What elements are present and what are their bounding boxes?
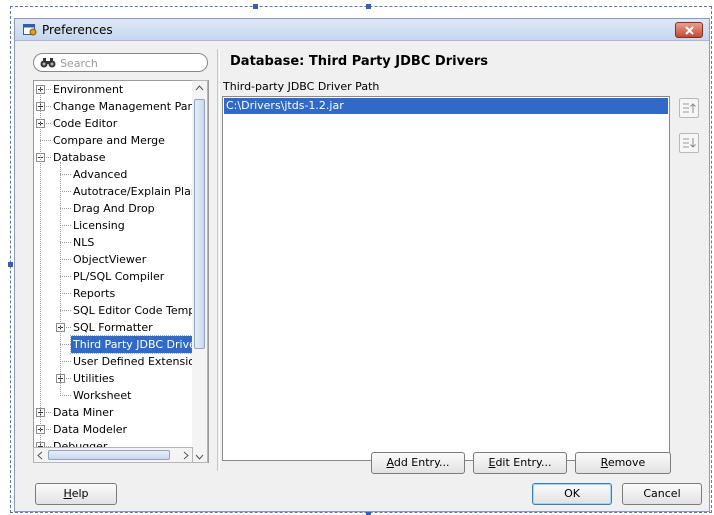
- section-title: Database: Third Party JDBC Drivers: [230, 54, 489, 69]
- tree-item[interactable]: Data Modeler: [34, 421, 208, 438]
- tree-item-label: Worksheet: [73, 389, 132, 402]
- tree-item-label: NLS: [73, 236, 95, 249]
- search-box[interactable]: [33, 53, 208, 72]
- tree-connector: [60, 344, 71, 345]
- ok-button[interactable]: OK: [532, 483, 612, 505]
- mnemonic: A: [386, 456, 394, 469]
- tree-vertical-scrollbar[interactable]: [192, 80, 208, 463]
- search-input[interactable]: [60, 56, 200, 70]
- tree-connector: [60, 174, 71, 175]
- tree-item-label: User Defined Extension: [73, 355, 202, 368]
- tree-connector: [60, 361, 71, 362]
- title-bar[interactable]: Preferences: [15, 19, 709, 41]
- button-label: elp: [71, 487, 89, 500]
- mnemonic: R: [600, 456, 608, 469]
- remove-button[interactable]: Remove: [575, 452, 671, 474]
- scroll-thumb[interactable]: [48, 450, 170, 460]
- mnemonic: H: [63, 487, 72, 500]
- close-icon: [685, 26, 694, 35]
- scroll-up-icon[interactable]: [195, 85, 204, 91]
- edit-entry-button[interactable]: Edit Entry...: [473, 452, 567, 474]
- tree-connector: [60, 225, 71, 226]
- tree-item-label: Utilities: [73, 372, 115, 385]
- tree-item-label: Code Editor: [53, 117, 118, 130]
- tree-item-label: Licensing: [73, 219, 125, 232]
- tree-connector: [60, 191, 71, 192]
- help-button[interactable]: Help: [35, 483, 117, 505]
- cancel-button[interactable]: Cancel: [622, 483, 702, 505]
- tree-item-label: Data Miner: [53, 406, 114, 419]
- preferences-dialog: Preferences Environment Change Management…: [14, 18, 710, 512]
- preferences-app-icon: [23, 23, 37, 36]
- tree-item-label: Third Party JDBC Driver: [69, 335, 204, 354]
- close-button[interactable]: [675, 22, 703, 38]
- tree-item-label: Autotrace/Explain Plan: [73, 185, 198, 198]
- tree-item[interactable]: Data Miner: [34, 404, 208, 421]
- list-item[interactable]: C:\Drivers\jtds-1.2.jar: [224, 98, 668, 114]
- button-label: dd Entry...: [393, 456, 450, 469]
- tree-item-label: Change Management Paran: [53, 100, 206, 113]
- scroll-left-icon[interactable]: [37, 451, 43, 460]
- tree-item-label: Reports: [73, 287, 116, 300]
- tree-connector: [60, 395, 71, 396]
- tree-item-label: PL/SQL Compiler: [73, 270, 165, 283]
- tree-item-label: SQL Editor Code Templa: [73, 304, 206, 317]
- tree-item-label: Advanced: [73, 168, 128, 181]
- button-label: dit Entry...: [495, 456, 552, 469]
- tree-connector: [40, 89, 41, 446]
- tree-item-label: Data Modeler: [53, 423, 128, 436]
- binoculars-search-icon: [40, 57, 56, 72]
- tree-connector: [60, 293, 71, 294]
- tree-connector: [40, 140, 51, 141]
- tree-item[interactable]: Code Editor: [34, 115, 208, 132]
- tree-item-label: Drag And Drop: [73, 202, 155, 215]
- frame-handle: [8, 262, 13, 267]
- tree-item[interactable]: Change Management Paran: [34, 98, 208, 115]
- tree-item-label: ObjectViewer: [73, 253, 147, 266]
- button-label: emove: [607, 456, 646, 469]
- tree-connector: [60, 276, 71, 277]
- panel-splitter[interactable]: [217, 49, 220, 471]
- tree-item[interactable]: Compare and Merge: [34, 132, 208, 149]
- add-entry-button[interactable]: Add Entry...: [371, 452, 465, 474]
- frame-handle: [253, 4, 258, 9]
- move-down-button[interactable]: [679, 133, 699, 153]
- tree-connector: [60, 208, 71, 209]
- tree-connector: [60, 162, 61, 396]
- preferences-tree[interactable]: Environment Change Management Paran Code E…: [33, 80, 209, 463]
- scroll-down-icon[interactable]: [195, 454, 204, 460]
- driver-path-list[interactable]: C:\Drivers\jtds-1.2.jar: [222, 96, 670, 461]
- tree-horizontal-scrollbar[interactable]: [33, 447, 193, 463]
- tree-connector: [60, 242, 71, 243]
- driver-path-label: Third-party JDBC Driver Path: [223, 80, 380, 93]
- window-title: Preferences: [42, 23, 113, 37]
- tree-connector: [60, 259, 71, 260]
- move-down-icon: [683, 138, 696, 148]
- scroll-thumb[interactable]: [194, 99, 205, 349]
- tree-connector: [60, 310, 71, 311]
- frame-handle: [366, 4, 371, 9]
- tree-item-label: Environment: [53, 83, 124, 96]
- tree-item-label: SQL Formatter: [73, 321, 153, 334]
- tree-item[interactable]: Environment: [34, 81, 208, 98]
- scroll-right-icon[interactable]: [183, 451, 189, 460]
- tree-item-label: Compare and Merge: [53, 134, 165, 147]
- move-up-button[interactable]: [679, 98, 699, 118]
- move-up-icon: [683, 103, 696, 113]
